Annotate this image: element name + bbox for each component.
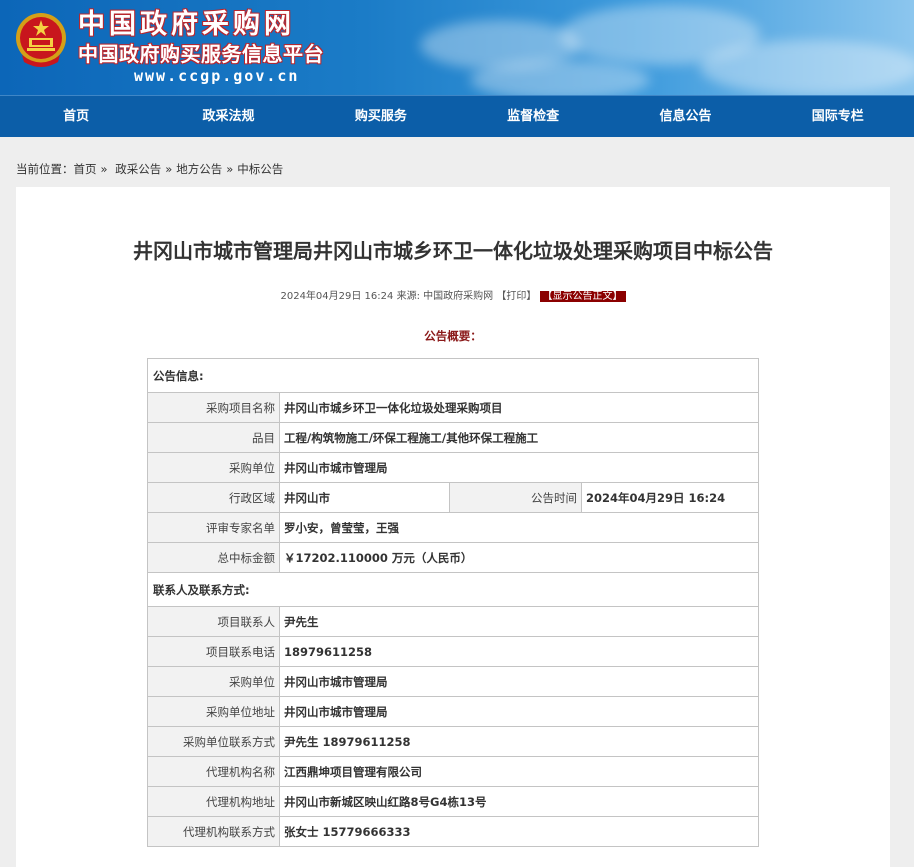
section-contacts: 联系人及联系方式:	[147, 572, 759, 607]
value-buyer2: 井冈山市城市管理局	[279, 666, 759, 697]
article-container: 井冈山市城市管理局井冈山市城乡环卫一体化垃圾处理采购项目中标公告 2024年04…	[16, 187, 890, 867]
breadcrumb-award[interactable]: 中标公告	[237, 162, 283, 176]
site-title: 中国政府采购网	[78, 9, 295, 40]
breadcrumb-separator: »	[100, 162, 108, 176]
label-amount: 总中标金额	[147, 542, 280, 573]
nav-announcements[interactable]: 信息公告	[609, 96, 761, 137]
label-agency: 代理机构名称	[147, 756, 280, 787]
article-meta: 2024年04月29日 16:24 来源: 中国政府采购网 【打印】 【显示公告…	[16, 287, 890, 302]
label-experts: 评审专家名单	[147, 512, 280, 543]
value-experts: 罗小安，曾莹莹，王强	[279, 512, 759, 543]
breadcrumb-procurement[interactable]: 政采公告	[115, 162, 161, 176]
table-row: 项目联系电话 18979611258	[147, 636, 759, 667]
label-agency-contact: 代理机构联系方式	[147, 816, 280, 847]
table-row: 总中标金额 ￥17202.110000 万元（人民币）	[147, 542, 759, 573]
table-row: 采购单位 井冈山市城市管理局	[147, 666, 759, 697]
info-table: 公告信息: 采购项目名称 井冈山市城乡环卫一体化垃圾处理采购项目 品目 工程/构筑物…	[147, 358, 759, 847]
value-publish-time: 2024年04月29日 16:24	[581, 482, 759, 513]
breadcrumb: 当前位置：首页» 政采公告» 地方公告» 中标公告	[0, 137, 914, 187]
value-contact: 尹先生	[279, 606, 759, 637]
value-agency: 江西鼎坤项目管理有限公司	[279, 756, 759, 787]
header-banner: 中国政府采购网 中国政府购买服务信息平台 www.ccgp.gov.cn	[0, 0, 914, 95]
value-buyer-address: 井冈山市城市管理局	[279, 696, 759, 727]
table-row: 采购单位地址 井冈山市城市管理局	[147, 696, 759, 727]
section-announcement-info: 公告信息:	[147, 358, 759, 393]
breadcrumb-separator: »	[226, 162, 234, 176]
article-source: 中国政府采购网	[423, 291, 494, 302]
value-agency-contact: 张女士 15779666333	[279, 816, 759, 847]
value-project-name: 井冈山市城乡环卫一体化垃圾处理采购项目	[279, 392, 759, 423]
table-row: 公告信息:	[147, 358, 759, 393]
value-region: 井冈山市	[279, 482, 450, 513]
label-region: 行政区域	[147, 482, 280, 513]
show-body-button[interactable]: 【显示公告正文】	[539, 291, 626, 302]
table-row: 项目联系人 尹先生	[147, 606, 759, 637]
brand-block[interactable]: 中国政府采购网 中国政府购买服务信息平台 www.ccgp.gov.cn	[78, 10, 324, 86]
table-row: 采购项目名称 井冈山市城乡环卫一体化垃圾处理采购项目	[147, 392, 759, 423]
value-amount: ￥17202.110000 万元（人民币）	[279, 542, 759, 573]
article-date: 2024年04月29日 16:24	[280, 291, 394, 302]
table-row: 代理机构名称 江西鼎坤项目管理有限公司	[147, 756, 759, 787]
nav-purchase-services[interactable]: 购买服务	[305, 96, 457, 137]
label-publish-time: 公告时间	[449, 482, 582, 513]
table-row: 联系人及联系方式:	[147, 572, 759, 607]
site-subtitle: 中国政府购买服务信息平台	[78, 42, 324, 66]
value-buyer-contact: 尹先生 18979611258	[279, 726, 759, 757]
source-label: 来源:	[396, 291, 420, 302]
label-contact: 项目联系人	[147, 606, 280, 637]
nav-home[interactable]: 首页	[0, 96, 152, 137]
table-row: 代理机构地址 井冈山市新城区映山红路8号G4栋13号	[147, 786, 759, 817]
site-url: www.ccgp.gov.cn	[134, 67, 300, 85]
label-buyer2: 采购单位	[147, 666, 280, 697]
national-emblem-icon	[16, 13, 66, 67]
value-buyer: 井冈山市城市管理局	[279, 452, 759, 483]
article-title: 井冈山市城市管理局井冈山市城乡环卫一体化垃圾处理采购项目中标公告	[133, 239, 773, 263]
summary-heading: 公告概要：	[424, 329, 482, 343]
table-row: 采购单位联系方式 尹先生 18979611258	[147, 726, 759, 757]
nav-regulations[interactable]: 政采法规	[152, 96, 304, 137]
table-row: 采购单位 井冈山市城市管理局	[147, 452, 759, 483]
label-project-name: 采购项目名称	[147, 392, 280, 423]
label-buyer-address: 采购单位地址	[147, 696, 280, 727]
print-link[interactable]: 【打印】	[496, 291, 536, 302]
value-agency-address: 井冈山市新城区映山红路8号G4栋13号	[279, 786, 759, 817]
label-buyer-contact: 采购单位联系方式	[147, 726, 280, 757]
table-row: 代理机构联系方式 张女士 15779666333	[147, 816, 759, 847]
label-buyer: 采购单位	[147, 452, 280, 483]
value-category: 工程/构筑物施工/环保工程施工/其他环保工程施工	[279, 422, 759, 453]
table-row: 行政区域 井冈山市 公告时间 2024年04月29日 16:24	[147, 482, 759, 513]
label-phone: 项目联系电话	[147, 636, 280, 667]
breadcrumb-separator: »	[165, 162, 173, 176]
label-category: 品目	[147, 422, 280, 453]
nav-supervision[interactable]: 监督检查	[457, 96, 609, 137]
nav-international[interactable]: 国际专栏	[762, 96, 914, 137]
table-row: 评审专家名单 罗小安，曾莹莹，王强	[147, 512, 759, 543]
breadcrumb-home[interactable]: 首页	[74, 162, 97, 176]
value-phone: 18979611258	[279, 636, 759, 667]
label-agency-address: 代理机构地址	[147, 786, 280, 817]
table-row: 品目 工程/构筑物施工/环保工程施工/其他环保工程施工	[147, 422, 759, 453]
breadcrumb-local[interactable]: 地方公告	[176, 162, 222, 176]
breadcrumb-label: 当前位置：	[16, 162, 74, 176]
main-nav: 首页 政采法规 购买服务 监督检查 信息公告 国际专栏	[0, 95, 914, 137]
